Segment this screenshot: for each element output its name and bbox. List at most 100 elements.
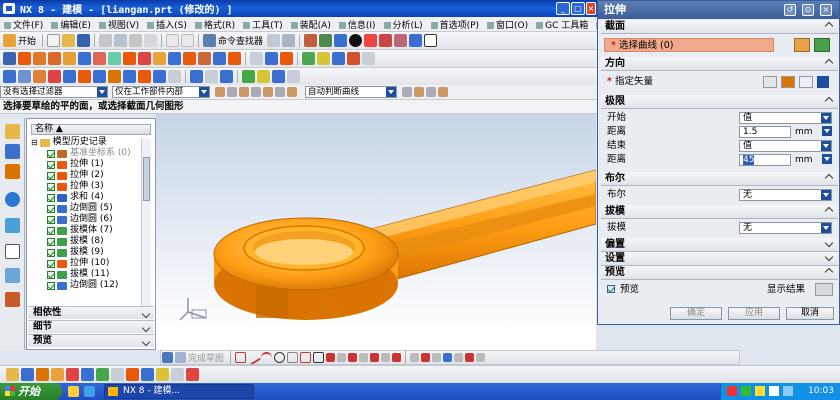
curve-option-icon[interactable]: [438, 87, 448, 97]
start-type-dropdown[interactable]: 值: [739, 112, 832, 124]
reverse-direction-icon[interactable]: [763, 76, 777, 88]
fillet-icon[interactable]: [287, 352, 299, 363]
curve-icon[interactable]: [814, 38, 830, 52]
feature-checkbox[interactable]: [47, 149, 55, 158]
start-distance-menu[interactable]: [819, 126, 832, 138]
extrude-icon[interactable]: [18, 52, 31, 65]
menu-item[interactable]: 信息(I): [335, 18, 380, 31]
feature-tree-item[interactable]: 边倒圆 (6): [47, 214, 113, 225]
zoom-icon[interactable]: [319, 34, 333, 47]
sketch-icon[interactable]: [175, 352, 186, 363]
replace-face-icon[interactable]: [347, 52, 360, 65]
work-layer-icon[interactable]: [186, 368, 199, 381]
tray-icon[interactable]: [769, 386, 779, 396]
blend-icon[interactable]: [78, 52, 91, 65]
menu-item[interactable]: 视图(V): [95, 18, 143, 31]
polygon-icon[interactable]: [326, 353, 336, 362]
delete-face-icon[interactable]: [362, 52, 375, 65]
end-distance-menu[interactable]: [819, 154, 832, 166]
render-icon[interactable]: [379, 34, 393, 47]
point-icon[interactable]: [108, 70, 121, 83]
offset-group-header[interactable]: 偏置: [601, 238, 838, 252]
sketch-icon[interactable]: [3, 52, 16, 65]
menu-item[interactable]: 工具(T): [239, 18, 287, 31]
layer-settings-icon[interactable]: [51, 368, 64, 381]
feature-checkbox[interactable]: [47, 281, 55, 290]
boolean-group-header[interactable]: 布尔: [601, 172, 838, 186]
menu-item[interactable]: 文件(F): [0, 18, 47, 31]
layer-icon[interactable]: [409, 34, 423, 47]
menu-item[interactable]: 首选项(P): [427, 18, 483, 31]
type-filter-dropdown[interactable]: 没有选择过滤器: [0, 86, 108, 98]
feature-checkbox[interactable]: [47, 270, 55, 279]
vector-dropdown-icon[interactable]: [817, 76, 829, 88]
object-info-icon[interactable]: [126, 368, 139, 381]
feature-checkbox[interactable]: [47, 182, 55, 191]
column-header-name[interactable]: 名称 ▲: [31, 124, 151, 135]
render-icon[interactable]: [364, 34, 378, 47]
section-group-header[interactable]: 截面: [601, 20, 838, 34]
hole-icon[interactable]: [48, 52, 61, 65]
intersect-icon[interactable]: [198, 52, 211, 65]
constraint-icon[interactable]: [421, 353, 431, 362]
feature-tree-item[interactable]: 拉伸 (1): [47, 159, 104, 170]
cone-icon[interactable]: [33, 70, 46, 83]
mirror-curve-icon[interactable]: [359, 353, 369, 362]
start-button[interactable]: 开始: [0, 383, 62, 400]
feature-tree-item[interactable]: 拔模 (11): [47, 269, 109, 280]
extract-icon[interactable]: [168, 70, 181, 83]
wcs-icon[interactable]: [6, 368, 19, 381]
shaded-icon[interactable]: [349, 34, 363, 47]
curve-option-icon[interactable]: [426, 87, 436, 97]
datum-csys-icon[interactable]: [93, 70, 106, 83]
delete-icon[interactable]: [144, 34, 158, 47]
scroll-thumb[interactable]: [143, 157, 150, 201]
draft-group-header[interactable]: 拔模: [601, 205, 838, 219]
alternate-solution-icon[interactable]: [465, 353, 475, 362]
start-menu-button[interactable]: 开始: [18, 34, 36, 47]
check-icon[interactable]: [242, 70, 255, 83]
measure-distance-icon[interactable]: [111, 368, 124, 381]
copy-icon[interactable]: [114, 34, 128, 47]
show-hide-icon[interactable]: [66, 368, 79, 381]
tray-icon[interactable]: [741, 386, 751, 396]
feature-checkbox[interactable]: [47, 215, 55, 224]
part-navigator-icon[interactable]: [5, 164, 20, 179]
command-finder-button[interactable]: 命令查找器: [218, 34, 263, 47]
subtract-icon[interactable]: [183, 52, 196, 65]
feature-tree-item[interactable]: 拔模 (8): [47, 236, 104, 247]
ok-button[interactable]: 确定: [670, 307, 722, 320]
select-curve-row[interactable]: * 选择曲线 (0): [604, 38, 774, 52]
trim-icon[interactable]: [370, 353, 380, 362]
quick-launch-icon[interactable]: [68, 386, 79, 397]
menu-item[interactable]: 分析(L): [380, 18, 427, 31]
sphere-icon[interactable]: [48, 70, 61, 83]
save-icon[interactable]: [77, 34, 91, 47]
connecting-rod-model[interactable]: [156, 114, 597, 350]
sew-icon[interactable]: [138, 70, 151, 83]
dimension-icon[interactable]: [410, 353, 420, 362]
constraint-navigator-icon[interactable]: [5, 144, 20, 159]
move-object-icon[interactable]: [36, 368, 49, 381]
open-folder-icon[interactable]: [62, 34, 76, 47]
arc-icon[interactable]: [261, 352, 273, 363]
profile-icon[interactable]: [235, 352, 247, 363]
feature-tree-item[interactable]: 拔模 (9): [47, 247, 104, 258]
menu-item[interactable]: GC 工具箱: [532, 18, 592, 31]
tool-icon[interactable]: [282, 34, 296, 47]
vector-dialog-icon[interactable]: [781, 76, 795, 88]
redo-icon[interactable]: [181, 34, 195, 47]
dependencies-panel[interactable]: 相依性: [28, 306, 154, 319]
preview-panel[interactable]: 预览: [28, 334, 154, 347]
offset-face-icon[interactable]: [265, 52, 278, 65]
preview-checkbox[interactable]: [607, 285, 615, 293]
circle-icon[interactable]: [274, 352, 286, 363]
move-to-layer-icon[interactable]: [171, 368, 184, 381]
snap-icon[interactable]: [251, 87, 261, 97]
analysis-icon[interactable]: [220, 70, 233, 83]
quick-launch-icon[interactable]: [84, 386, 95, 397]
edit-feature-icon[interactable]: [250, 52, 263, 65]
dialog-close-icon[interactable]: ×: [820, 4, 832, 16]
shell-icon[interactable]: [123, 52, 136, 65]
snap-icon[interactable]: [239, 87, 249, 97]
